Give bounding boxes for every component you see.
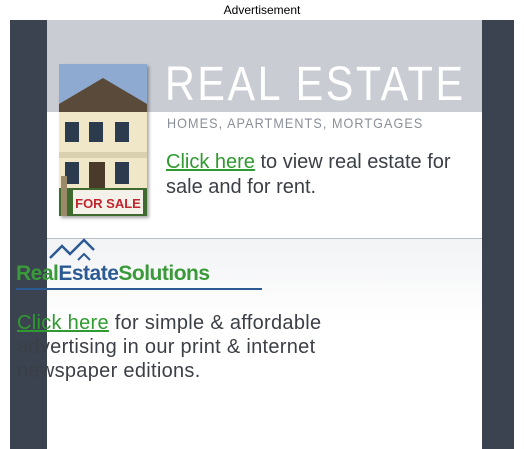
solutions-text: Click here for simple & affordable adver… xyxy=(17,311,397,383)
logo-estate: Estate xyxy=(58,262,119,285)
logo-solutions: Solutions xyxy=(118,262,210,285)
for-sale-sign: FOR SALE xyxy=(75,196,141,211)
ad-panel[interactable]: FOR SALE REAL ESTATE HOMES, APARTMENTS, … xyxy=(47,20,482,449)
real-estate-section[interactable]: FOR SALE REAL ESTATE HOMES, APARTMENTS, … xyxy=(47,20,482,238)
real-estate-title: REAL ESTATE xyxy=(165,58,466,111)
logo-real: Real xyxy=(16,262,59,285)
house-photo[interactable]: FOR SALE xyxy=(59,64,147,216)
real-estate-click-here-link[interactable]: Click here xyxy=(166,151,255,173)
real-estate-subtitle: HOMES, APARTMENTS, MORTGAGES xyxy=(167,115,424,131)
real-estate-solutions-logo[interactable]: RealEstateSolutions xyxy=(16,238,266,294)
roof-icon xyxy=(49,238,95,261)
advertisement-label: Advertisement xyxy=(223,3,301,17)
logo-underline xyxy=(16,288,262,290)
real-estate-text: Click here to view real estate for sale … xyxy=(166,150,478,200)
solutions-click-here-link[interactable]: Click here xyxy=(17,312,109,334)
logo-wordmark: RealEstateSolutions xyxy=(16,262,210,286)
